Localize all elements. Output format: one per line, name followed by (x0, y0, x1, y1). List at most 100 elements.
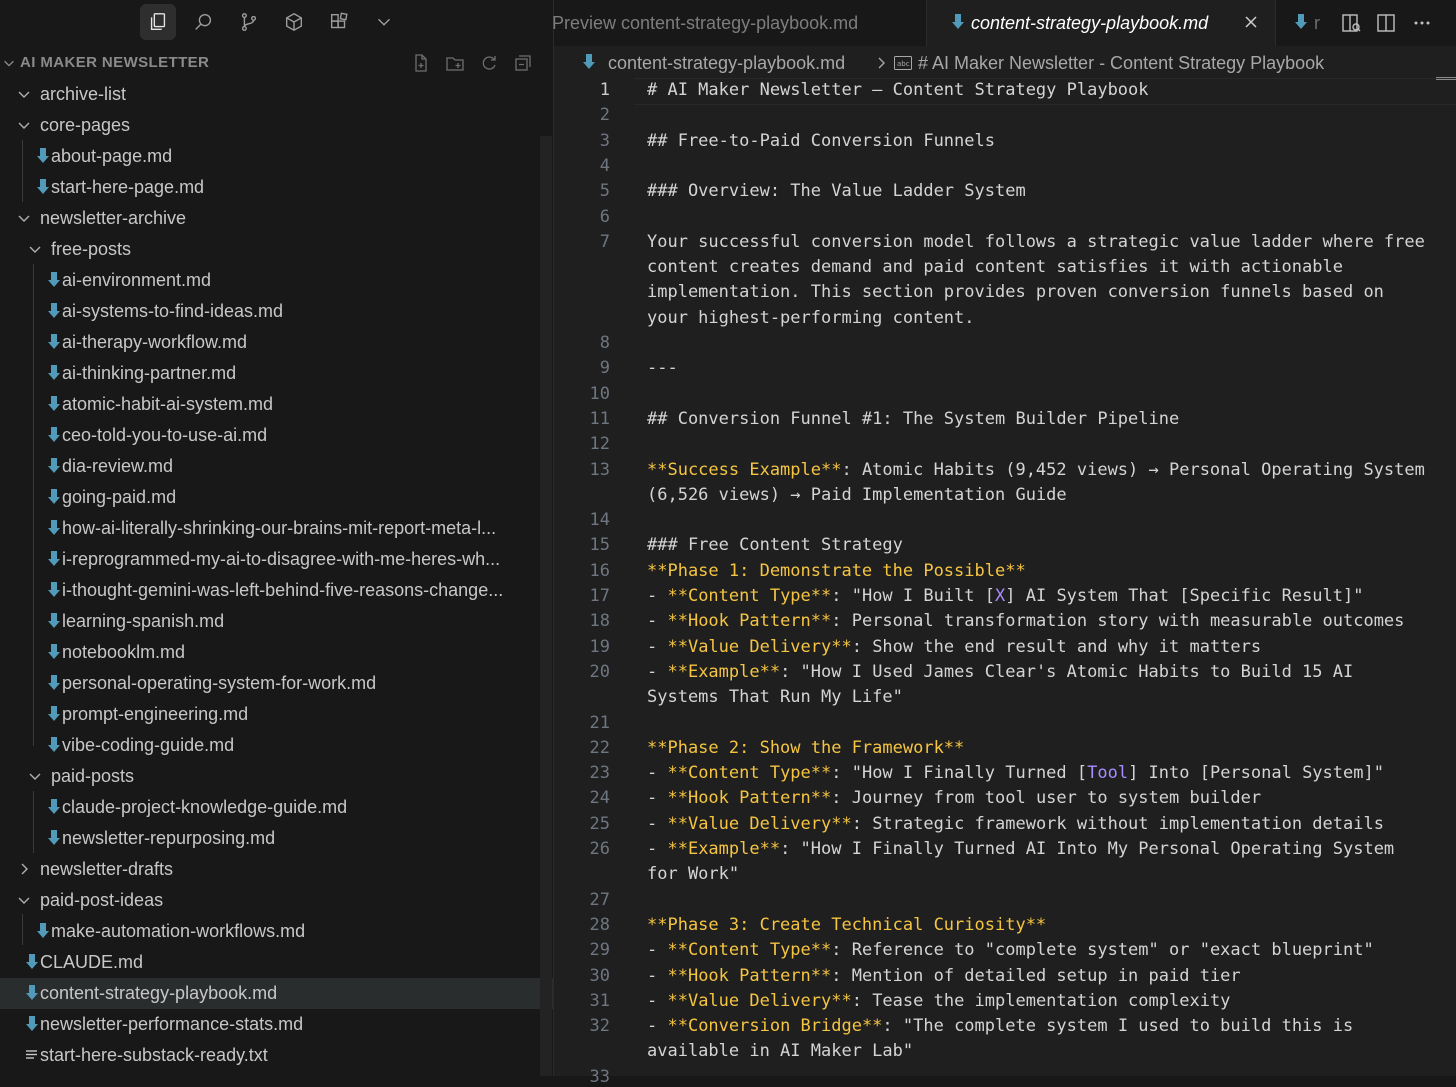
tree-file[interactable]: personal-operating-system-for-work.md (0, 668, 553, 699)
line-number: 15 (589, 535, 610, 556)
line-number: 26 (589, 839, 610, 859)
code-line: --- (647, 358, 1437, 378)
tree-file[interactable]: newsletter-performance-stats.md (0, 1009, 553, 1040)
tree-file[interactable]: going-paid.md (0, 482, 553, 513)
search-icon[interactable] (186, 4, 222, 40)
tree-folder[interactable]: newsletter-drafts (0, 854, 553, 885)
tree-folder[interactable]: archive-list (0, 79, 553, 110)
tree-file[interactable]: prompt-engineering.md (0, 699, 553, 730)
tree-file[interactable]: start-here-substack-ready.txt (0, 1040, 553, 1071)
open-preview-icon[interactable] (1340, 12, 1362, 34)
tree-file[interactable]: vibe-coding-guide.md (0, 730, 553, 761)
activity-bar (0, 0, 553, 46)
indent-guide (33, 791, 34, 853)
sidebar-scrollbar[interactable] (540, 136, 552, 1076)
chevron-down-icon[interactable] (366, 4, 402, 40)
chevron-down-icon[interactable] (2, 56, 16, 70)
tree-file[interactable]: how-ai-literally-shrinking-our-brains-mi… (0, 513, 553, 544)
tree-item-label: archive-list (40, 84, 127, 104)
tree-file[interactable]: ceo-told-you-to-use-ai.md (0, 420, 553, 451)
tree-file[interactable]: about-page.md (0, 141, 553, 172)
code-line: - **Conversion Bridge**: "The complete s… (647, 1016, 1437, 1036)
extensions-blocks-icon[interactable] (321, 4, 357, 40)
tab-active[interactable]: content-strategy-playbook.md (926, 0, 1276, 46)
explorer-sidebar: AI MAKER NEWSLETTER archive-list core-pag… (0, 0, 554, 1076)
new-folder-icon[interactable] (444, 52, 466, 74)
code-area[interactable]: 1 # AI Maker Newsletter – Content Strateg… (554, 78, 1456, 1087)
chevron-down-icon[interactable] (27, 241, 43, 257)
extensions-cube-icon[interactable] (276, 4, 312, 40)
chevron-right-icon[interactable] (16, 861, 32, 877)
explorer-icon[interactable] (140, 4, 176, 40)
tree-file[interactable]: i-reprogrammed-my-ai-to-disagree-with-me… (0, 544, 553, 575)
breadcrumb-file[interactable]: content-strategy-playbook.md (608, 53, 845, 74)
code-text: - (647, 763, 668, 784)
tree-folder[interactable]: paid-posts (0, 761, 553, 792)
bold-markup: **Content Type** (667, 586, 832, 606)
chevron-right-icon (878, 57, 885, 69)
tree-file[interactable]: atomic-habit-ai-system.md (0, 389, 553, 420)
bold-markup: **Value Delivery** (667, 813, 852, 834)
line-number: 19 (589, 636, 610, 657)
tree-file[interactable]: learning-spanish.md (0, 606, 553, 637)
code-text: : "How I Finally Turned [ (831, 763, 1088, 784)
chevron-down-icon[interactable] (16, 117, 32, 133)
code-line: - **Hook Pattern**: Journey from tool us… (647, 788, 1437, 808)
tree-file[interactable]: notebooklm.md (0, 637, 553, 668)
close-icon[interactable] (1243, 14, 1259, 30)
line-number: 32 (589, 1016, 610, 1037)
tree-file[interactable]: claude-project-knowledge-guide.md (0, 792, 553, 823)
more-actions-icon[interactable] (1411, 12, 1433, 34)
tree-file[interactable]: i-thought-gemini-was-left-behind-five-re… (0, 575, 553, 606)
tree-file[interactable]: CLAUDE.md (0, 947, 553, 978)
tree-item-label: personal-operating-system-for-work.md (62, 673, 377, 693)
line-number: 9 (599, 358, 610, 379)
tree-file[interactable]: content-strategy-playbook.md (0, 978, 553, 1009)
tab-next[interactable]: r (1276, 0, 1320, 46)
breadcrumb-heading[interactable]: # AI Maker Newsletter - Content Strategy… (918, 53, 1324, 74)
line-number: 25 (589, 813, 610, 834)
bold-markup: **Conversion Bridge** (667, 1016, 883, 1037)
tree-folder[interactable]: free-posts (0, 234, 553, 265)
tree-file[interactable]: make-automation-workflows.md (0, 916, 553, 947)
tree-file[interactable]: ai-environment.md (0, 265, 553, 296)
heading-symbol-icon: abc (894, 56, 912, 70)
tree-folder[interactable]: newsletter-archive (0, 203, 553, 234)
line-number: 14 (589, 510, 610, 531)
tree-item-label: i-reprogrammed-my-ai-to-disagree-with-me… (62, 549, 501, 569)
breadcrumb: content-strategy-playbook.md abc # AI Ma… (554, 46, 1456, 80)
markdown-file-icon (48, 582, 60, 597)
line-number: 17 (589, 586, 610, 606)
tree-file[interactable]: newsletter-repurposing.md (0, 823, 553, 854)
chevron-down-icon[interactable] (27, 768, 43, 784)
code-text: : Show the end result and why it matters (851, 636, 1262, 657)
indent-guide (22, 914, 23, 945)
tree-item-label: content-strategy-playbook.md (40, 983, 278, 1003)
chevron-down-icon[interactable] (16, 86, 32, 102)
editor-pane: content-strategy-playbook.md abc # AI Ma… (554, 46, 1456, 1087)
collapse-all-icon[interactable] (512, 52, 534, 74)
indent-guide (22, 140, 23, 202)
line-number: 2 (599, 105, 610, 126)
tree-file[interactable]: dia-review.md (0, 451, 553, 482)
chevron-down-icon[interactable] (16, 892, 32, 908)
tree-folder[interactable]: paid-post-ideas (0, 885, 553, 916)
refresh-icon[interactable] (478, 52, 500, 74)
tab-preview[interactable]: Preview content-strategy-playbook.md (552, 0, 924, 46)
markdown-file-icon (48, 675, 60, 690)
code-text: - (647, 636, 668, 657)
tree-item-label: ai-therapy-workflow.md (62, 332, 248, 352)
chevron-down-icon[interactable] (16, 210, 32, 226)
split-editor-icon[interactable] (1375, 12, 1397, 34)
new-file-icon[interactable] (410, 52, 432, 74)
tree-file[interactable]: ai-therapy-workflow.md (0, 327, 553, 358)
tab-preview-label: Preview content-strategy-playbook.md (552, 13, 859, 33)
tree-file[interactable]: ai-thinking-partner.md (0, 358, 553, 389)
code-line: **Success Example**: Atomic Habits (9,45… (647, 460, 1437, 480)
tree-folder[interactable]: core-pages (0, 110, 553, 141)
source-control-icon[interactable] (231, 4, 267, 40)
tree-file[interactable]: ai-systems-to-find-ideas.md (0, 296, 553, 327)
code-line: for Work" (647, 864, 1437, 884)
tree-file[interactable]: start-here-page.md (0, 172, 553, 203)
code-line: implementation. This section provides pr… (647, 282, 1437, 302)
